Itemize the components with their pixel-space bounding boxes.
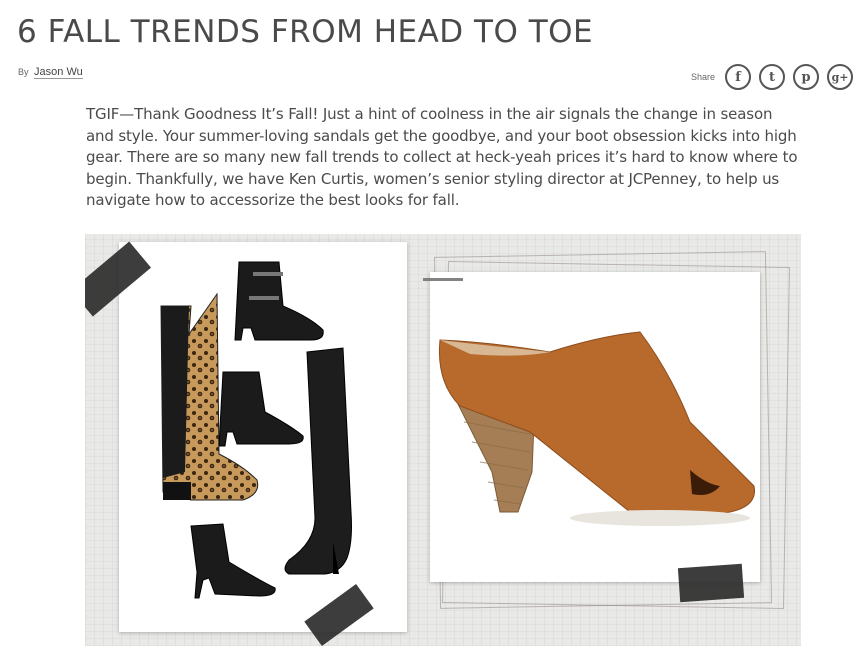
googleplus-icon[interactable]: g+ [827,64,854,90]
byline-prefix: By [18,67,29,77]
tall-black-boot [284,347,352,575]
mule-illustration [438,331,755,526]
twitter-icon[interactable]: t [759,64,786,90]
stiletto-bootie [190,523,276,599]
boots-illustration [160,261,352,599]
article-intro: TGIF—Thank Goodness It’s Fall! Just a hi… [86,105,798,209]
boots-card [119,242,407,632]
facebook-icon[interactable]: f [725,64,752,90]
byline: By Jason Wu [18,66,83,79]
pinterest-icon[interactable]: p [793,64,820,90]
tape-bottom-right [677,563,745,603]
article-title: 6 FALL TRENDS FROM HEAD TO TOE [17,14,594,50]
author-link[interactable]: Jason Wu [34,66,83,79]
share-label: Share [691,72,716,82]
share-bar: Share f t p g+ [691,62,861,92]
tape-top-right-strip [423,278,463,281]
mule-card [430,272,760,582]
chelsea-bootie [218,371,304,447]
hero-collage-image [85,234,801,646]
